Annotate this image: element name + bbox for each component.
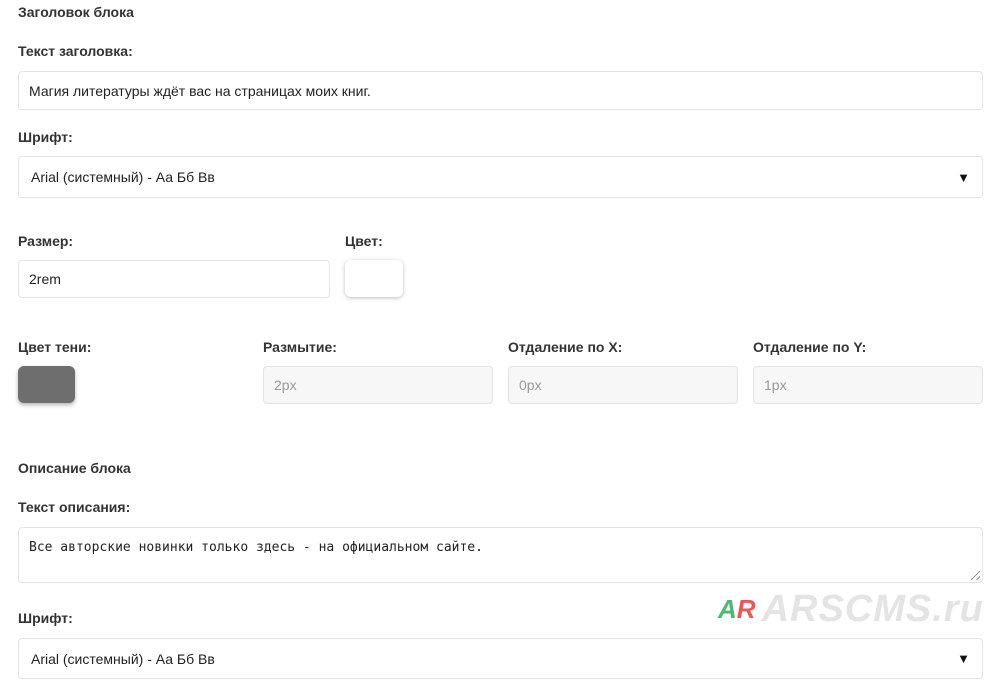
resize-handle-icon[interactable] (971, 571, 980, 580)
offset-x-label: Отдаление по X: (508, 339, 623, 355)
header-font-label: Шрифт: (18, 129, 73, 145)
size-label: Размер: (18, 233, 74, 249)
shadow-color-picker[interactable] (18, 366, 75, 403)
color-label: Цвет: (345, 233, 383, 249)
blur-input[interactable]: 2px (263, 366, 493, 404)
shadow-color-label: Цвет тени: (18, 339, 92, 355)
watermark: AR ARSCMS.ru (718, 588, 984, 631)
watermark-logo: AR (718, 594, 756, 624)
offset-x-input[interactable]: 0px (508, 366, 738, 404)
watermark-text: ARSCMS.ru (761, 588, 984, 630)
description-font-value: Arial (системный) - Аа Бб Вв (31, 650, 215, 667)
header-section-title: Заголовок блока (18, 4, 134, 20)
header-text-input[interactable]: Магия литературы ждёт вас на страницах м… (18, 71, 983, 110)
chevron-down-icon: ▼ (957, 169, 970, 185)
offset-y-label: Отдаление по Y: (753, 339, 867, 355)
description-font-select[interactable]: Arial (системный) - Аа Бб Вв ▼ (18, 638, 983, 679)
size-input[interactable]: 2rem (18, 260, 330, 298)
blur-label: Размытие: (263, 339, 337, 355)
header-font-value: Arial (системный) - Аа Бб Вв (31, 169, 215, 185)
description-text-value: Все авторские новинки только здесь - на … (29, 540, 483, 555)
header-text-label: Текст заголовка: (18, 43, 133, 59)
description-font-label: Шрифт: (18, 610, 73, 626)
description-textarea[interactable]: Все авторские новинки только здесь - на … (18, 527, 983, 583)
header-font-select[interactable]: Arial (системный) - Аа Бб Вв ▼ (18, 156, 983, 198)
description-section-title: Описание блока (18, 460, 131, 476)
chevron-down-icon: ▼ (957, 651, 970, 666)
color-picker[interactable] (345, 260, 403, 297)
offset-y-input[interactable]: 1px (753, 366, 983, 404)
description-text-label: Текст описания: (18, 499, 131, 515)
